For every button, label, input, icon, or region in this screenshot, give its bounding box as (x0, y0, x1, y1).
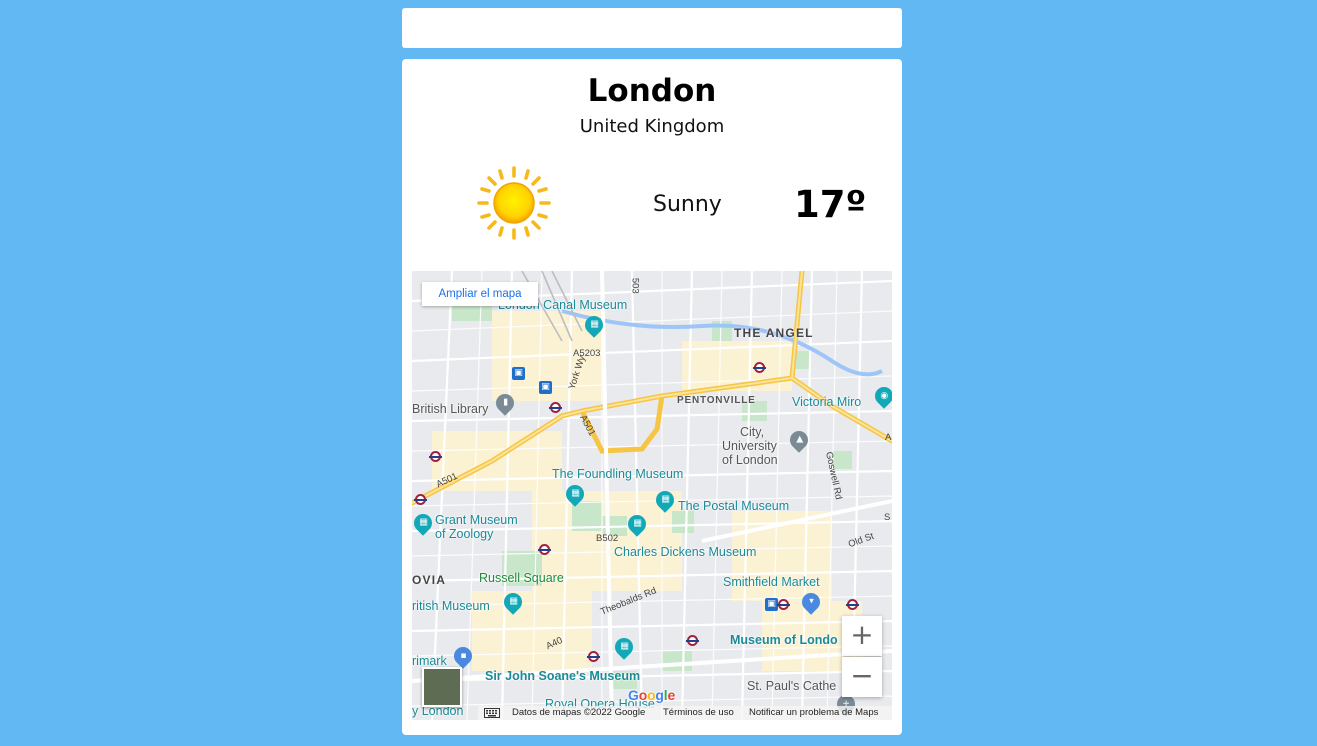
zoom-out-button[interactable]: − (842, 657, 882, 697)
poi-primark[interactable]: rimark (412, 655, 447, 668)
tube-station-icon[interactable] (686, 635, 699, 646)
poi-city-university-line2[interactable]: University (722, 440, 777, 453)
poi-smithfield-market[interactable]: Smithfield Market (723, 576, 820, 589)
temperature: 17º (794, 183, 867, 226)
area-bloomsbury-partial: OVIA (412, 573, 447, 587)
country-name: United Kingdom (579, 116, 725, 137)
poi-st-pauls[interactable]: St. Paul's Cathe (747, 680, 836, 693)
road-s-partial: S (884, 512, 891, 523)
enlarge-map-button[interactable]: Ampliar el mapa (422, 282, 538, 306)
area-the-angel: THE ANGEL (734, 326, 814, 340)
poi-foundling-museum[interactable]: The Foundling Museum (552, 468, 683, 481)
area-russell-square[interactable]: Russell Square (479, 572, 564, 585)
poi-museum-of-london[interactable]: Museum of Londo (730, 634, 838, 647)
poi-postal-museum[interactable]: The Postal Museum (678, 500, 789, 513)
tube-station-icon[interactable] (777, 599, 790, 610)
map-base (412, 271, 892, 720)
satellite-toggle-button[interactable] (422, 667, 462, 707)
map-data-attribution: Datos de mapas ©2022 Google (512, 707, 646, 718)
weather-card: London United Kingdom Sunny 17º London C… (402, 59, 902, 735)
google-logo: Google (628, 687, 676, 703)
tube-station-icon[interactable] (587, 651, 600, 662)
rail-station-icon[interactable]: ▣ (512, 367, 525, 380)
poi-british-museum[interactable]: ritish Museum (412, 600, 490, 613)
tube-station-icon[interactable] (538, 544, 551, 555)
tube-station-icon[interactable] (846, 599, 859, 610)
poi-dickens-museum[interactable]: Charles Dickens Museum (614, 546, 756, 559)
terms-of-use-link[interactable]: Términos de uso (663, 707, 734, 718)
tube-station-icon[interactable] (414, 494, 427, 505)
road-b502: B502 (596, 533, 619, 544)
tube-station-icon[interactable] (549, 402, 562, 413)
poi-grant-museum-line1[interactable]: Grant Museum (435, 514, 518, 527)
map-attribution-bar: Datos de mapas ©2022 Google Términos de … (412, 706, 892, 720)
map[interactable]: London Canal Museum THE ANGEL PENTONVILL… (412, 271, 892, 720)
city-name: London (587, 73, 717, 109)
sun-icon (477, 166, 551, 240)
poi-soane-museum[interactable]: Sir John Soane's Museum (485, 670, 640, 683)
report-problem-link[interactable]: Notificar un problema de Maps (749, 707, 878, 718)
weather-condition: Sunny (653, 192, 722, 217)
poi-victoria-miro[interactable]: Victoria Miro (792, 396, 861, 409)
road-a1-partial: A (885, 432, 892, 443)
poi-city-university-line1[interactable]: City, (740, 426, 764, 439)
poi-british-library[interactable]: British Library (412, 403, 488, 416)
area-pentonville: PENTONVILLE (677, 395, 756, 406)
rail-station-icon[interactable]: ▣ (539, 381, 552, 394)
keyboard-icon[interactable] (484, 708, 500, 718)
search-input[interactable] (402, 8, 902, 48)
tube-station-icon[interactable] (753, 362, 766, 373)
tube-station-icon[interactable] (429, 451, 442, 462)
poi-city-university-line3[interactable]: of London (722, 454, 778, 467)
zoom-in-button[interactable]: + (842, 616, 882, 656)
road-503: 503 (629, 277, 641, 294)
poi-grant-museum-line2[interactable]: of Zoology (435, 528, 493, 541)
